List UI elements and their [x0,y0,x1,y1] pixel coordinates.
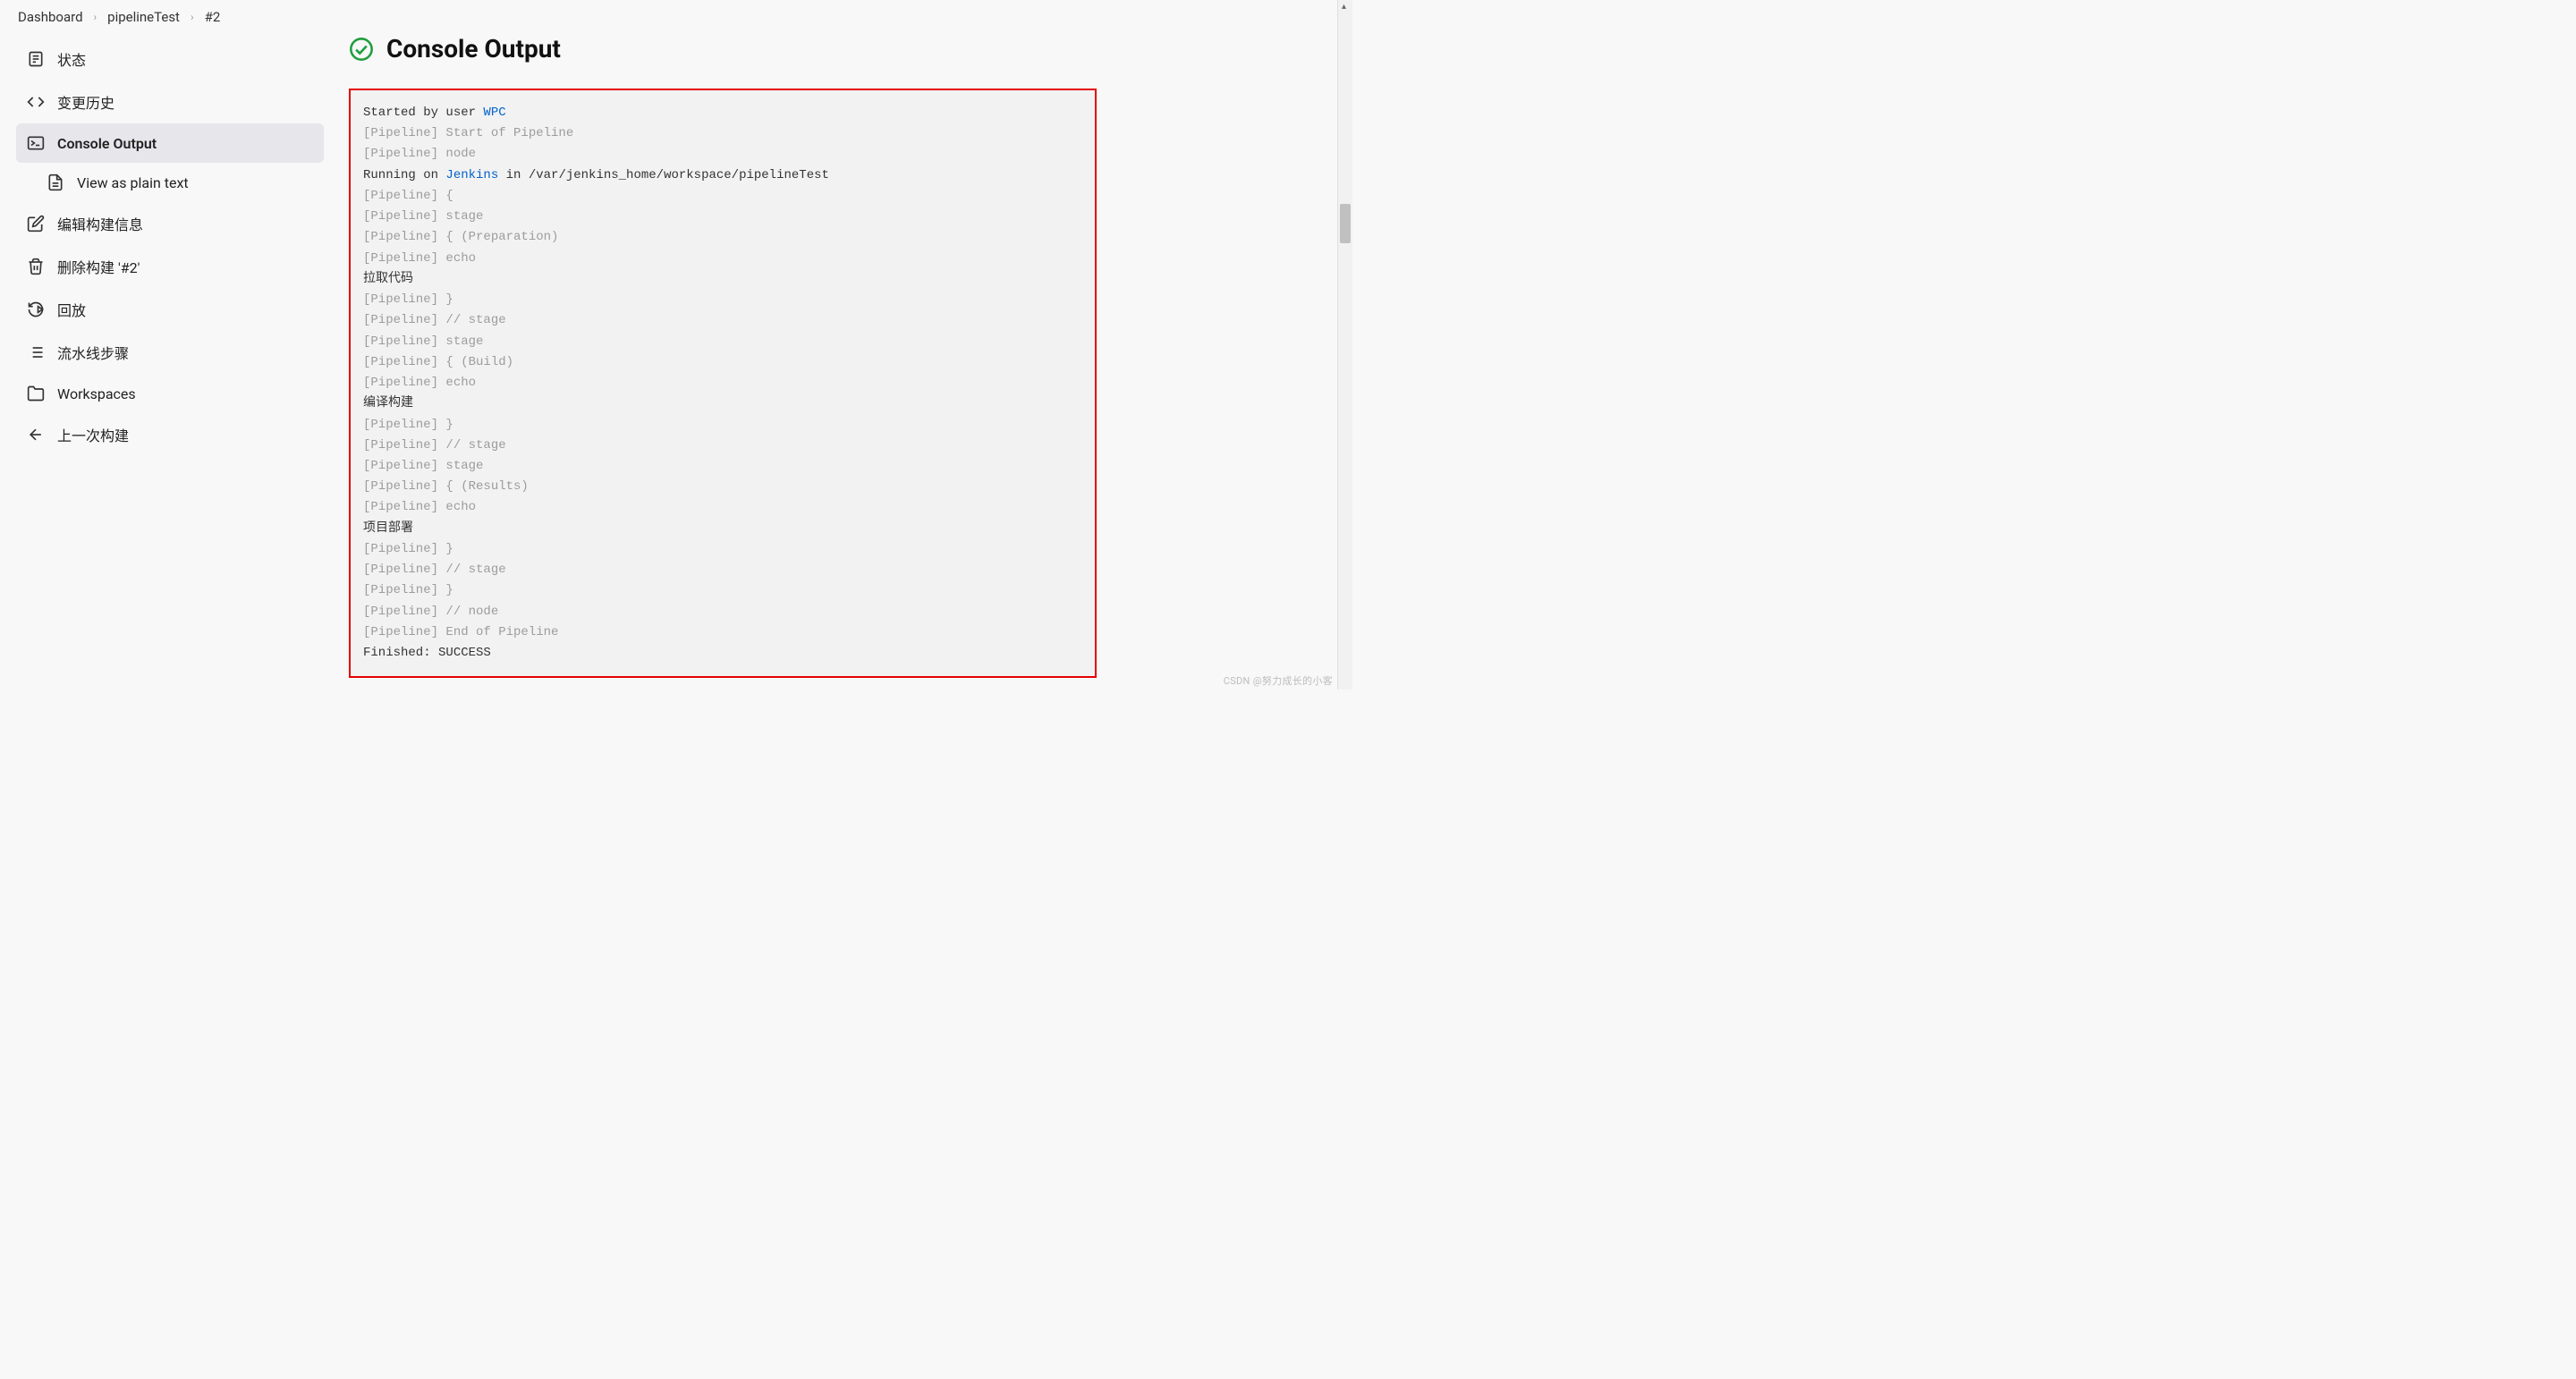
console-line: Started by user [363,106,483,120]
console-line: [Pipeline] End of Pipeline [363,625,558,639]
sidebar-item-label: 编辑构建信息 [57,213,143,234]
console-line: [Pipeline] { (Preparation) [363,230,558,244]
console-line: [Pipeline] // stage [363,563,506,577]
sidebar-item-label: 状态 [57,48,86,70]
console-line: [Pipeline] } [363,542,453,556]
console-line: [Pipeline] Start of Pipeline [363,126,573,140]
sidebar-item-pipeline-steps[interactable]: 流水线步骤 [16,331,324,374]
edit-icon [27,215,45,233]
console-line: [Pipeline] } [363,292,453,307]
sidebar-item-label: 删除构建 '#2' [57,256,140,277]
arrow-left-icon [27,426,45,444]
list-icon [27,343,45,361]
console-line-finished: Finished: SUCCESS [363,646,491,660]
sidebar-item-label: Console Output [57,135,157,152]
console-line: [Pipeline] echo [363,376,476,390]
sidebar-item-label: 流水线步骤 [57,342,129,363]
terminal-icon [27,134,45,152]
redo-icon [27,300,45,318]
chevron-right-icon: › [191,11,194,23]
breadcrumb-item-dashboard[interactable]: Dashboard [18,9,83,25]
file-text-icon [27,50,45,68]
console-line: [Pipeline] // stage [363,438,506,453]
watermark-text: CSDN @努力成长的小客 [1224,673,1333,688]
console-line: [Pipeline] node [363,147,476,161]
console-line: [Pipeline] } [363,583,453,597]
console-line: [Pipeline] { [363,189,453,203]
console-line: 拉取代码 [363,272,413,286]
sidebar-item-changes[interactable]: 变更历史 [16,80,324,123]
sidebar-item-previous-build[interactable]: 上一次构建 [16,413,324,456]
console-line: [Pipeline] // stage [363,313,506,327]
console-line: 编译构建 [363,396,413,410]
user-link[interactable]: WPC [483,106,505,120]
console-line: [Pipeline] // node [363,605,498,619]
chevron-right-icon: › [94,11,97,23]
sidebar-item-status[interactable]: 状态 [16,38,324,80]
main-content: Console Output Started by user WPC [Pipe… [331,34,1343,696]
sidebar-item-label: View as plain text [77,174,189,191]
console-line: in /var/jenkins_home/workspace/pipelineT… [498,168,829,182]
console-output-box: Started by user WPC [Pipeline] Start of … [349,89,1097,678]
sidebar-item-delete-build[interactable]: 删除构建 '#2' [16,245,324,288]
file-icon [47,173,64,191]
breadcrumb-item-build[interactable]: #2 [205,9,221,25]
page-title: Console Output [386,34,561,63]
sidebar: 状态 变更历史 Console Output View as plain tex… [9,34,331,696]
console-line: [Pipeline] stage [363,209,483,224]
sidebar-item-label: 变更历史 [57,91,114,113]
success-check-icon [349,37,374,62]
sidebar-item-console-output[interactable]: Console Output [16,123,324,163]
scrollbar-vertical[interactable]: ▴ [1337,0,1352,690]
sidebar-item-label: 上一次构建 [57,424,129,445]
scrollbar-thumb[interactable] [1340,204,1351,243]
sidebar-item-workspaces[interactable]: Workspaces [16,374,324,413]
node-link[interactable]: Jenkins [445,168,498,182]
folder-icon [27,385,45,402]
scroll-up-arrow-icon[interactable]: ▴ [1342,2,1346,12]
trash-icon [27,258,45,275]
code-icon [27,93,45,111]
console-line: [Pipeline] { (Build) [363,355,513,369]
console-line: [Pipeline] } [363,418,453,432]
console-line: Running on [363,168,445,182]
sidebar-item-label: Workspaces [57,385,136,402]
sidebar-item-edit-build[interactable]: 编辑构建信息 [16,202,324,245]
sidebar-item-label: 回放 [57,299,86,320]
console-line: 项目部署 [363,521,413,536]
console-line: [Pipeline] { (Results) [363,479,529,494]
console-line: [Pipeline] stage [363,334,483,349]
console-line: [Pipeline] echo [363,500,476,514]
sidebar-item-replay[interactable]: 回放 [16,288,324,331]
breadcrumb-item-job[interactable]: pipelineTest [107,9,180,25]
console-line: [Pipeline] echo [363,251,476,266]
console-line: [Pipeline] stage [363,459,483,473]
sidebar-item-view-plain-text[interactable]: View as plain text [16,163,324,202]
breadcrumb: Dashboard › pipelineTest › #2 [0,0,1352,34]
